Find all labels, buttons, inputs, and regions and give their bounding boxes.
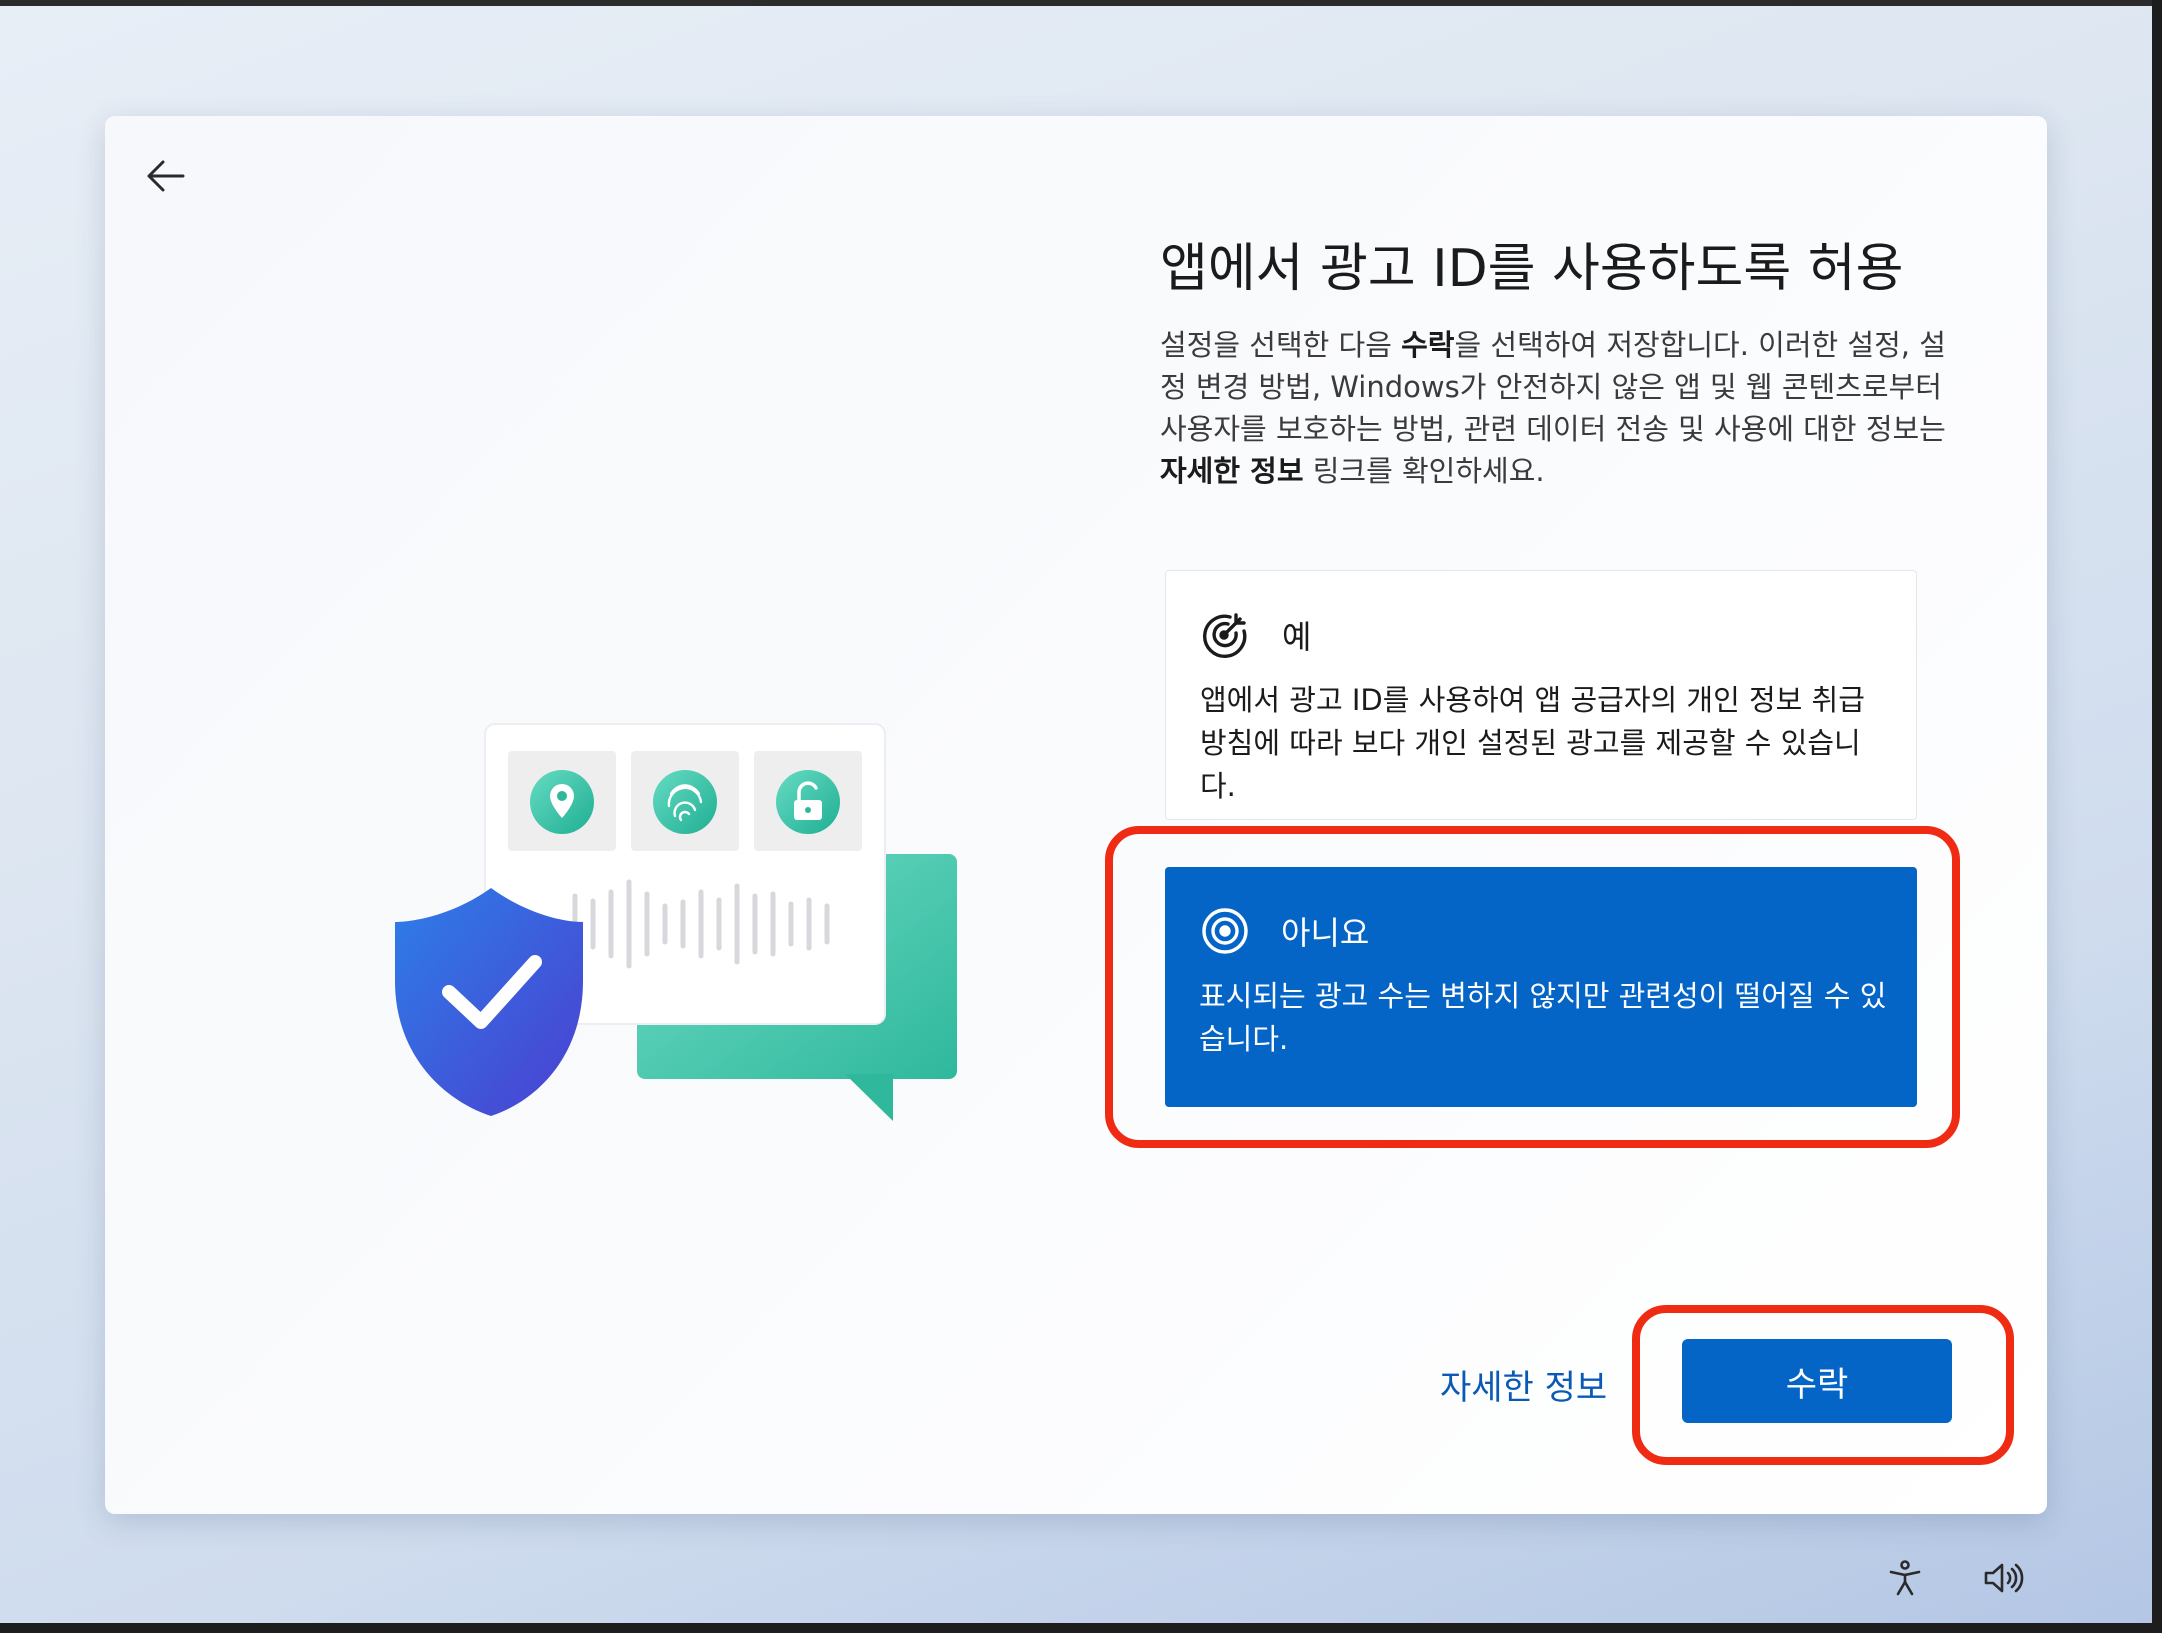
- accessibility-button[interactable]: [1880, 1553, 1930, 1603]
- unlocked-padlock-icon: [776, 770, 840, 834]
- back-button[interactable]: [135, 146, 195, 206]
- target-off-icon: [1202, 908, 1248, 954]
- option-no-label: 아니요: [1281, 914, 1370, 952]
- page-description: 설정을 선택한 다음 수락을 선택하여 저장합니다. 이러한 설정, 설정 변경…: [1160, 324, 1970, 492]
- accept-button[interactable]: 수락: [1682, 1339, 1952, 1423]
- volume-button[interactable]: [1978, 1553, 2028, 1603]
- volume-icon: [1984, 1563, 2024, 1593]
- oobe-screen: 앱에서 광고 ID를 사용하도록 허용 설정을 선택한 다음 수락을 선택하여 …: [0, 0, 2162, 1633]
- location-pin-icon: [530, 770, 594, 834]
- option-yes-label: 예: [1282, 618, 1312, 656]
- target-icon: [1203, 613, 1247, 658]
- option-yes[interactable]: 예 앱에서 광고 ID를 사용하여 앱 공급자의 개인 정보 취급 방침에 따라…: [1165, 570, 1917, 820]
- learn-more-link[interactable]: 자세한 정보: [1440, 1360, 1607, 1409]
- option-yes-description: 앱에서 광고 ID를 사용하여 앱 공급자의 개인 정보 취급 방침에 따라 보…: [1200, 683, 1865, 803]
- page-title: 앱에서 광고 ID를 사용하도록 허용: [1160, 239, 1904, 299]
- description-text: 설정을 선택한 다음: [1160, 328, 1402, 362]
- arrow-left-icon: [147, 160, 185, 192]
- screen-edge: [2152, 0, 2162, 1633]
- option-no-description: 표시되는 광고 수는 변하지 않지만 관련성이 떨어질 수 있습니다.: [1199, 979, 1887, 1056]
- option-no[interactable]: 아니요 표시되는 광고 수는 변하지 않지만 관련성이 떨어질 수 있습니다.: [1165, 867, 1917, 1107]
- shield-check-icon: [395, 888, 583, 1116]
- description-learn-more-emphasis: 자세한 정보: [1160, 454, 1304, 488]
- fingerprint-icon: [653, 770, 717, 834]
- screen-edge: [0, 1623, 2162, 1633]
- accessibility-icon: [1889, 1560, 1921, 1596]
- description-text: 링크를 확인하세요.: [1303, 454, 1545, 488]
- privacy-illustration: [395, 723, 957, 1121]
- description-accept-emphasis: 수락: [1401, 328, 1455, 362]
